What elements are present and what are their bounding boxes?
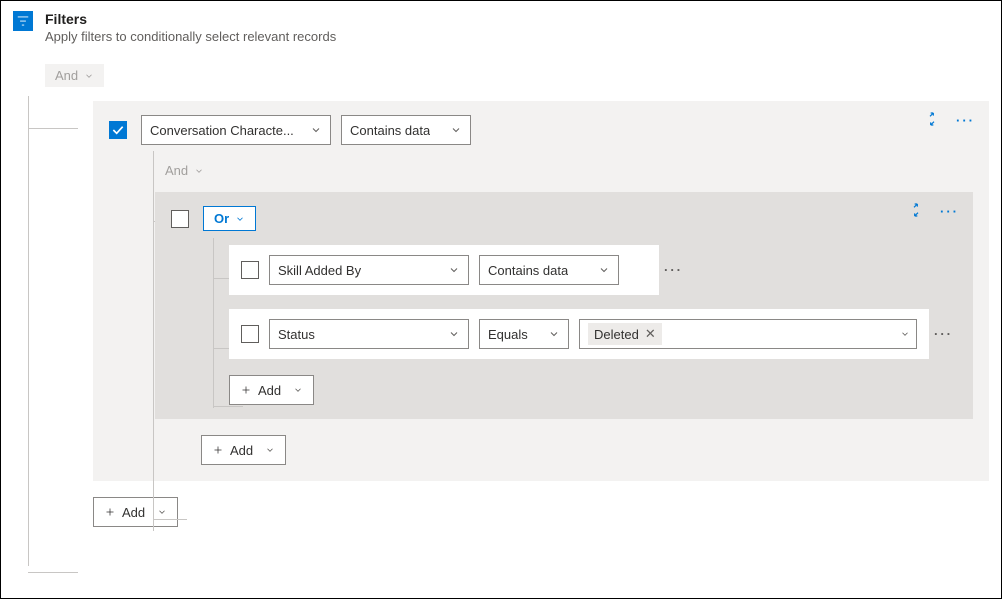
more-icon[interactable]: ··· <box>956 113 975 128</box>
row2-checkbox[interactable] <box>241 325 259 343</box>
value-chip-label: Deleted <box>594 327 639 342</box>
group1-field-label: Conversation Characte... <box>150 123 294 138</box>
add-label: Add <box>122 505 145 520</box>
add-label: Add <box>258 383 281 398</box>
group1-operator-label: Contains data <box>350 123 430 138</box>
row1-field-label: Skill Added By <box>278 263 361 278</box>
row2-operator-dropdown[interactable]: Equals <box>479 319 569 349</box>
add-label: Add <box>230 443 253 458</box>
row1-operator-label: Contains data <box>488 263 568 278</box>
chevron-down-icon <box>448 264 460 276</box>
chevron-down-icon <box>235 214 245 224</box>
more-icon[interactable]: ··· <box>940 204 959 219</box>
chevron-down-icon <box>84 71 94 81</box>
root-add-button[interactable]: Add <box>93 497 178 527</box>
value-chip: Deleted ✕ <box>588 323 662 345</box>
chevron-down-icon <box>194 166 204 176</box>
row1-checkbox[interactable] <box>241 261 259 279</box>
chevron-down-icon <box>450 124 462 136</box>
group1-operator-dropdown[interactable]: Contains data <box>341 115 471 145</box>
group2-operator-label: Or <box>214 211 229 226</box>
page-title: Filters <box>45 11 336 27</box>
chevron-down-icon <box>293 385 303 395</box>
chevron-down-icon <box>598 264 610 276</box>
group2-row-checkbox[interactable] <box>171 210 189 228</box>
more-icon[interactable]: ··· <box>934 327 953 342</box>
remove-chip-icon[interactable]: ✕ <box>645 326 656 342</box>
filter-icon <box>13 11 33 31</box>
group1-row-checkbox[interactable] <box>109 121 127 139</box>
group1-field-dropdown[interactable]: Conversation Characte... <box>141 115 331 145</box>
root-group-operator[interactable]: And <box>45 64 104 87</box>
group1-add-button[interactable]: Add <box>201 435 286 465</box>
page-subtitle: Apply filters to conditionally select re… <box>45 29 336 44</box>
group2-add-button[interactable]: Add <box>229 375 314 405</box>
row1-field-dropdown[interactable]: Skill Added By <box>269 255 469 285</box>
row1-operator-dropdown[interactable]: Contains data <box>479 255 619 285</box>
row2-field-label: Status <box>278 327 315 342</box>
chevron-down-icon <box>548 328 560 340</box>
group2-operator[interactable]: Or <box>203 206 256 231</box>
more-icon[interactable]: ··· <box>664 263 683 278</box>
root-group-operator-label: And <box>55 68 78 83</box>
row2-field-dropdown[interactable]: Status <box>269 319 469 349</box>
chevron-down-icon <box>265 445 275 455</box>
collapse-icon[interactable] <box>908 202 924 221</box>
group1-inner-operator[interactable]: And <box>155 159 214 182</box>
row2-value-multiselect[interactable]: Deleted ✕ <box>579 319 917 349</box>
chevron-down-icon <box>157 507 167 517</box>
collapse-icon[interactable] <box>924 111 940 130</box>
group1-inner-operator-label: And <box>165 163 188 178</box>
chevron-down-icon <box>310 124 322 136</box>
row2-operator-label: Equals <box>488 327 528 342</box>
chevron-down-icon <box>900 329 910 339</box>
chevron-down-icon <box>448 328 460 340</box>
